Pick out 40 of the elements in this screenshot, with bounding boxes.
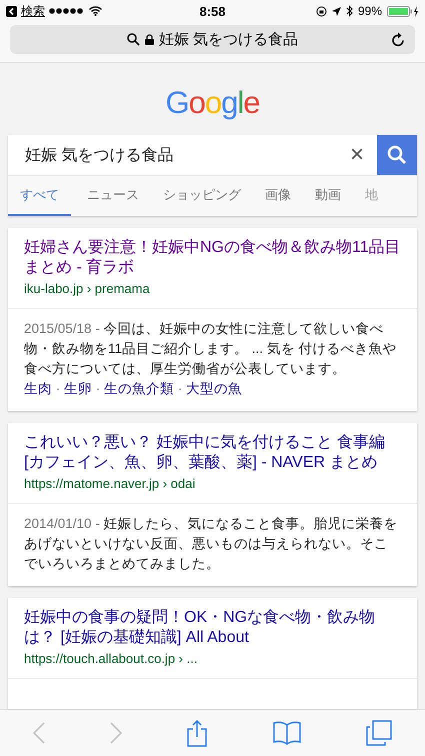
reload-icon[interactable] <box>391 32 405 47</box>
battery-percent: 99% <box>358 4 382 18</box>
result-title-link[interactable]: 妊娠中の食事の疑問！OK・NGな食べ物・飲み物は？ [妊娠の基礎知識] All About <box>24 608 401 648</box>
sitelink[interactable]: 生の魚介類 <box>104 381 174 396</box>
sitelink[interactable]: 生肉 <box>24 381 52 396</box>
address-bar[interactable]: 妊娠 気をつける食品 <box>10 25 415 54</box>
search-field[interactable]: 妊娠 気をつける食品 <box>8 135 337 175</box>
search-icon <box>387 145 407 165</box>
link-separator: · <box>176 381 184 396</box>
clock-time: 8:58 <box>199 4 226 18</box>
result-url: iku-labo.jp › premama <box>24 281 151 296</box>
link-separator: · <box>54 381 62 396</box>
clear-button[interactable]: × <box>337 135 377 175</box>
result-url: https://touch.allabout.co.jp › ... <box>24 651 198 666</box>
back-arrow-icon[interactable] <box>6 6 17 16</box>
address-text: 妊娠 気をつける食品 <box>158 30 298 49</box>
result-title-link[interactable]: 妊婦さん要注意！妊娠中NGの食べ物＆飲み物11品目まとめ - 育ラボ <box>24 238 401 278</box>
signal-icon <box>49 8 85 14</box>
search-tab[interactable]: 画像 <box>253 176 303 216</box>
bluetooth-icon <box>346 5 353 17</box>
link-separator: · <box>94 381 102 396</box>
lock-icon <box>144 34 154 45</box>
battery-charging-icon <box>387 6 419 16</box>
search-tab[interactable]: ショッピング <box>151 176 253 216</box>
search-tab[interactable]: 動画 <box>303 176 353 216</box>
result-snippet: 2015/05/18 - 今回は、妊娠中の女性に注意して欲しい食べ物・飲み物を11品目ご紹介します。 ... 気を 付けるべき魚や食べ方については、厚生労働省が公表しています。 <box>24 320 398 378</box>
search-icon <box>126 33 140 46</box>
search-button[interactable] <box>377 135 417 175</box>
result-title-link[interactable]: これいい？悪い？ 妊娠中に気を付けること 食事編 [カフェイン、魚、卵、葉酸、薬] - NAVER まとめ <box>24 433 401 473</box>
sitelink[interactable]: 生卵 <box>64 381 92 396</box>
sitelink[interactable]: 大型の魚 <box>186 381 242 396</box>
google-logo: Google <box>164 84 260 122</box>
rotation-lock-icon <box>316 6 327 16</box>
result-url: https://matome.naver.jp › odai <box>24 476 196 491</box>
location-arrow-icon <box>332 6 341 16</box>
back-link[interactable]: 検索 <box>21 2 45 20</box>
search-tab[interactable]: すべて <box>8 176 71 216</box>
result-snippet: 2014/01/10 - 妊娠したら、気になること食事。胎児に栄養をあげないといけない反面、悪いものは与えられない。そこでいろいろまとめてみました。 <box>24 515 399 573</box>
wifi-icon <box>89 6 102 16</box>
search-tab[interactable]: ニュース <box>75 176 151 216</box>
